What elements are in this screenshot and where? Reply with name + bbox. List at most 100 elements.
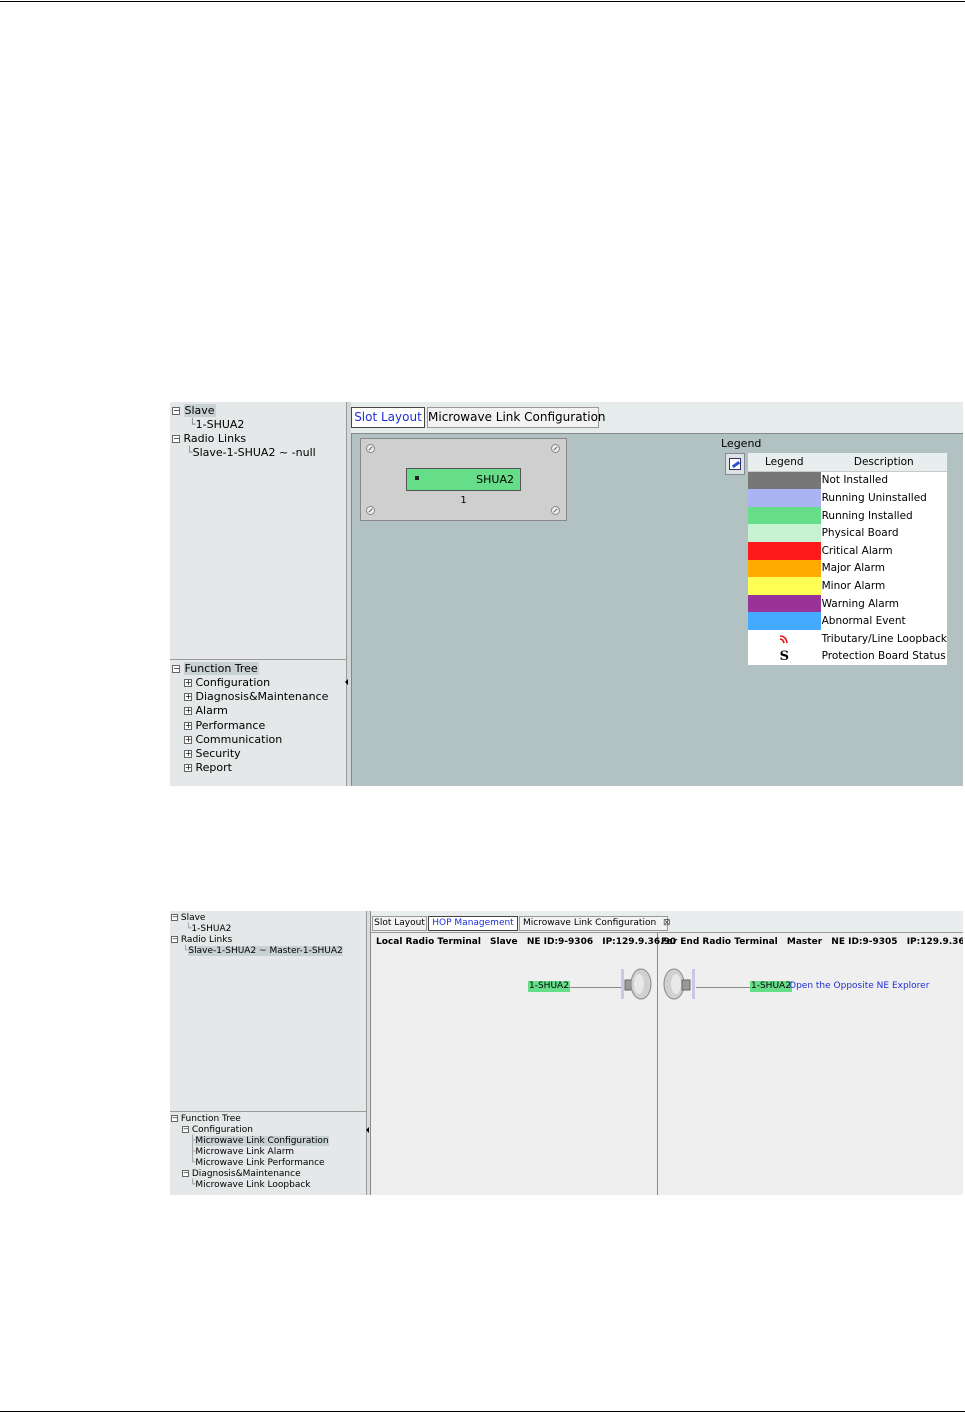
tree-node-label: Configuration [191,1125,253,1135]
expand-icon[interactable]: + [184,735,192,744]
legend-swatch [748,489,821,507]
legend-col-description: Description [820,453,947,472]
tree-node-function-2[interactable]: + Alarm [184,704,228,717]
collapse-icon[interactable]: − [182,1170,189,1177]
far-terminal-header: Far End Radio Terminal Master NE ID:9-93… [661,937,963,947]
tree-node-label: Slave-1-SHUA2 ~ -null [192,446,316,459]
tree-node-mw-link-performance[interactable]: └Microwave Link Performance [190,1158,325,1168]
expand-icon[interactable]: + [184,707,192,716]
collapse-icon[interactable]: − [172,435,180,443]
far-label: Far End Radio Terminal [661,937,778,947]
expand-icon[interactable]: + [184,764,192,773]
chassis-panel: SHUA2 1 [360,438,567,521]
tree-node-radio-links[interactable]: − Radio Links [171,935,232,945]
legend-row: Major Alarm [748,559,947,578]
legend-table: Legend Description Not Installed Running … [748,453,947,666]
tree-node-slave[interactable]: − Slave [171,913,205,923]
ne-tree-panel: − Slave └1-SHUA2 − Radio Links └Slave-1-… [170,402,347,659]
legend-description: Minor Alarm [821,579,886,592]
tree-node-label: Report [195,761,232,775]
tree-node-link[interactable]: └Slave-1-SHUA2 ~ -null [186,446,316,459]
far-ne-id: NE ID:9-9305 [831,937,898,947]
tree-connector-icon: └ [186,446,193,459]
tree-node-link[interactable]: └Slave-1-SHUA2 ~ Master-1-SHUA2 [183,946,343,956]
local-role: Slave [490,937,518,947]
legend-row: Critical Alarm [748,541,947,560]
function-tree-root[interactable]: − Function Tree [172,662,259,675]
hop-management-screenshot: − Slave └1-SHUA2 − Radio Links └Slave-1-… [170,911,963,1195]
splitter-arrow-icon[interactable] [366,1127,369,1133]
tree-node-function-0[interactable]: + Configuration [184,676,270,689]
legend-description: Physical Board [821,527,899,540]
screw-icon [551,506,560,515]
tree-node-label: Performance [195,718,266,732]
close-tab-icon[interactable]: ⊠ [663,918,671,928]
expand-icon[interactable]: + [184,679,192,687]
expand-icon[interactable]: + [184,721,192,730]
legend-toggle-icon[interactable] [725,453,745,475]
collapse-icon[interactable]: − [182,1126,189,1133]
legend-swatch [748,594,821,613]
legend-description: Tributary/Line Loopback [821,632,947,645]
tree-node-function-1[interactable]: + Diagnosis&Maintenance [184,690,328,703]
tab-hop-management[interactable]: HOP Management [428,916,518,931]
tab-slot-layout[interactable]: Slot Layout [351,407,425,428]
tree-node-function-4[interactable]: + Communication [184,733,282,746]
local-board-tag[interactable]: 1-SHUA2 [528,981,570,992]
tree-node-label: Diagnosis&Maintenance [195,690,329,704]
tree-node-label: Function Tree [180,1114,241,1124]
splitter-arrow-icon[interactable] [345,679,348,685]
tree-node-label: Configuration [195,676,271,689]
collapse-icon[interactable]: − [171,1115,178,1122]
tree-node-label: Function Tree [183,662,259,675]
tree-node-board[interactable]: └1-SHUA2 [186,924,231,934]
tree-node-label: Slave-1-SHUA2 ~ Master-1-SHUA2 [188,946,343,956]
tree-node-label: Slave [180,913,206,923]
local-terminal-header: Local Radio Terminal Slave NE ID:9-9306 … [376,937,676,947]
splitter-handle[interactable] [347,402,352,786]
tree-node-function-3[interactable]: + Performance [184,719,265,732]
ne-tree-panel: − Slave └1-SHUA2 − Radio Links └Slave-1-… [170,911,367,1111]
screw-icon [366,506,375,515]
legend-description: Not Installed [821,474,889,487]
legend-row: Minor Alarm [748,577,947,595]
tree-node-label: Security [195,747,241,760]
tree-node-diagnosis[interactable]: − Diagnosis&Maintenance [182,1169,301,1179]
tree-node-function-6[interactable]: + Report [184,761,232,774]
tree-node-label: Microwave Link Loopback [195,1180,311,1190]
legend-col-legend: Legend [748,453,821,472]
collapse-icon[interactable]: − [172,665,180,673]
expand-icon[interactable]: + [184,693,192,702]
tab-slot-layout[interactable]: Slot Layout [372,916,427,931]
tab-microwave-link-configuration[interactable]: Microwave Link Configuration [427,407,606,428]
tree-node-function-5[interactable]: + Security [184,747,241,760]
slot-layout-screenshot: − Slave └1-SHUA2 − Radio Links └Slave-1-… [170,402,963,786]
far-board-tag[interactable]: 1-SHUA2 [750,981,792,992]
tree-node-mw-link-alarm[interactable]: ├Microwave Link Alarm [190,1147,294,1157]
tree-node-slave[interactable]: − Slave [172,404,216,417]
legend-description: Critical Alarm [821,544,893,557]
tab-label: Microwave Link Configuration [523,918,657,928]
collapse-icon[interactable]: − [171,936,178,943]
tree-node-radio-links[interactable]: − Radio Links [172,432,246,445]
tree-node-configuration[interactable]: − Configuration [182,1125,253,1135]
tree-node-mw-link-loopback[interactable]: └Microwave Link Loopback [190,1180,311,1190]
link-line [568,987,623,988]
function-tree-root[interactable]: − Function Tree [171,1114,241,1124]
tree-node-label: Slave [183,404,216,417]
tab-microwave-link-configuration[interactable]: Microwave Link Configuration ⊠ [519,916,671,931]
far-ip: IP:129.9.36.89 [906,937,963,947]
tree-node-mw-link-config[interactable]: ├Microwave Link Configuration [190,1136,329,1146]
board-shua2[interactable]: SHUA2 [406,468,521,491]
collapse-icon[interactable]: − [171,914,178,921]
expand-icon[interactable]: + [184,750,192,758]
legend-description: Protection Board Status [821,650,946,663]
tree-node-label: Alarm [195,704,228,718]
open-opposite-ne-link[interactable]: Open the Opposite NE Explorer [789,981,929,992]
legend-row: Running Uninstalled [748,489,947,507]
legend-swatch [748,471,821,490]
top-rule [0,1,965,2]
local-label: Local Radio Terminal [376,937,481,947]
tree-node-board[interactable]: └1-SHUA2 [189,418,244,431]
collapse-icon[interactable]: − [172,407,180,415]
